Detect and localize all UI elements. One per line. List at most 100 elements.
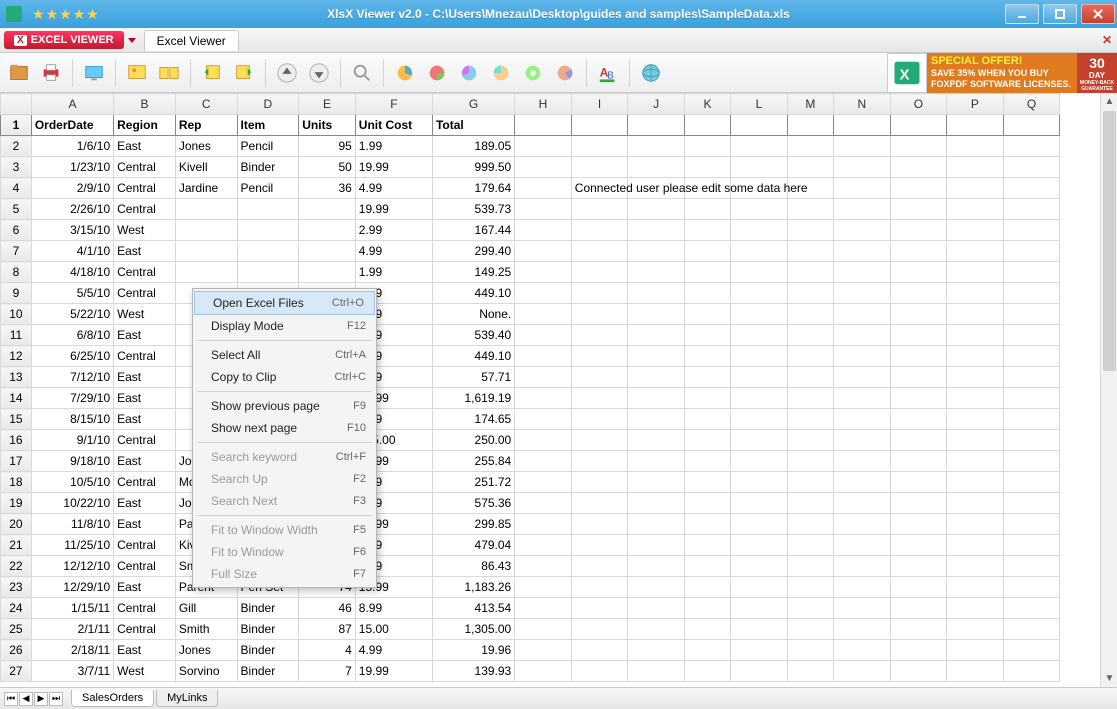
cell[interactable] — [731, 577, 788, 598]
cell[interactable] — [890, 514, 947, 535]
cell[interactable]: 46 — [299, 598, 356, 619]
cell[interactable]: 86.43 — [432, 556, 514, 577]
cell[interactable] — [890, 220, 947, 241]
cell[interactable] — [684, 577, 730, 598]
cell[interactable]: 2/26/10 — [31, 199, 113, 220]
cell[interactable] — [1003, 136, 1060, 157]
cell[interactable] — [947, 262, 1004, 283]
cell[interactable] — [890, 577, 947, 598]
row-header[interactable]: 12 — [1, 346, 32, 367]
cell[interactable] — [299, 262, 356, 283]
cell[interactable] — [684, 325, 730, 346]
chart-options-icon[interactable] — [550, 58, 580, 88]
cell[interactable] — [890, 661, 947, 682]
cell[interactable] — [571, 388, 628, 409]
image-next-icon[interactable] — [229, 58, 259, 88]
cell[interactable] — [787, 430, 833, 451]
cell[interactable] — [947, 346, 1004, 367]
cell[interactable] — [1003, 598, 1060, 619]
cell[interactable] — [787, 556, 833, 577]
cell[interactable] — [731, 619, 788, 640]
cell[interactable]: 539.73 — [432, 199, 514, 220]
cell[interactable]: 8/15/10 — [31, 409, 113, 430]
cell[interactable] — [787, 493, 833, 514]
cell[interactable]: Central — [114, 535, 176, 556]
cell[interactable]: 179.64 — [432, 178, 514, 199]
cell[interactable] — [834, 367, 891, 388]
cell[interactable] — [684, 136, 730, 157]
cell[interactable] — [684, 514, 730, 535]
cell[interactable] — [515, 220, 572, 241]
cell[interactable] — [890, 367, 947, 388]
cell[interactable] — [684, 472, 730, 493]
cell[interactable] — [628, 136, 685, 157]
cell[interactable] — [571, 409, 628, 430]
cell[interactable] — [628, 157, 685, 178]
cell[interactable]: 7/29/10 — [31, 388, 113, 409]
cell[interactable] — [731, 535, 788, 556]
column-header[interactable]: G — [432, 94, 514, 115]
cell[interactable] — [890, 535, 947, 556]
image-group-icon[interactable] — [154, 58, 184, 88]
cell[interactable] — [834, 388, 891, 409]
cell[interactable] — [834, 199, 891, 220]
cell[interactable] — [787, 115, 833, 136]
cell[interactable] — [834, 619, 891, 640]
arrow-down-icon[interactable] — [304, 58, 334, 88]
cell[interactable] — [571, 325, 628, 346]
cell[interactable] — [628, 367, 685, 388]
cell[interactable] — [947, 472, 1004, 493]
cell[interactable]: 539.40 — [432, 325, 514, 346]
cell[interactable]: 1/15/11 — [31, 598, 113, 619]
cell[interactable]: 449.10 — [432, 283, 514, 304]
cell[interactable]: 19.99 — [355, 661, 432, 682]
cell[interactable]: West — [114, 661, 176, 682]
cell[interactable] — [731, 283, 788, 304]
cell[interactable] — [890, 556, 947, 577]
cell[interactable] — [1003, 514, 1060, 535]
cell[interactable] — [787, 514, 833, 535]
row-header[interactable]: 3 — [1, 157, 32, 178]
cell[interactable] — [731, 640, 788, 661]
row-header[interactable]: 13 — [1, 367, 32, 388]
row-header[interactable]: 1 — [1, 115, 32, 136]
cell[interactable] — [628, 472, 685, 493]
cell[interactable] — [834, 451, 891, 472]
cell[interactable]: Smith — [175, 619, 237, 640]
cell[interactable] — [834, 556, 891, 577]
cell[interactable]: 449.10 — [432, 346, 514, 367]
cell[interactable] — [571, 640, 628, 661]
sheet-tab-salesorders[interactable]: SalesOrders — [71, 690, 154, 707]
cell[interactable]: 4.99 — [355, 178, 432, 199]
cell[interactable] — [1003, 199, 1060, 220]
cell[interactable]: Unit Cost — [355, 115, 432, 136]
cell[interactable]: Central — [114, 178, 176, 199]
cell[interactable] — [890, 640, 947, 661]
cell[interactable]: 36 — [299, 178, 356, 199]
cell[interactable] — [684, 262, 730, 283]
cell[interactable] — [515, 115, 572, 136]
cell[interactable] — [834, 241, 891, 262]
cell[interactable] — [890, 199, 947, 220]
cell[interactable]: 7 — [299, 661, 356, 682]
cell[interactable]: Binder — [237, 598, 299, 619]
cell[interactable] — [834, 220, 891, 241]
row-header[interactable]: 10 — [1, 304, 32, 325]
cell[interactable]: Binder — [237, 619, 299, 640]
cell[interactable] — [628, 388, 685, 409]
cell[interactable] — [731, 367, 788, 388]
cell[interactable] — [787, 409, 833, 430]
cell[interactable] — [237, 241, 299, 262]
cell[interactable] — [628, 451, 685, 472]
cell[interactable] — [787, 619, 833, 640]
cell[interactable]: 11/25/10 — [31, 535, 113, 556]
cell[interactable] — [684, 451, 730, 472]
cell[interactable]: 4 — [299, 640, 356, 661]
cell[interactable]: Jardine — [175, 178, 237, 199]
cell[interactable] — [947, 430, 1004, 451]
cell[interactable] — [571, 136, 628, 157]
cell[interactable]: 50 — [299, 157, 356, 178]
cell[interactable] — [731, 472, 788, 493]
cell[interactable]: Jones — [175, 640, 237, 661]
cell[interactable]: 2/1/11 — [31, 619, 113, 640]
